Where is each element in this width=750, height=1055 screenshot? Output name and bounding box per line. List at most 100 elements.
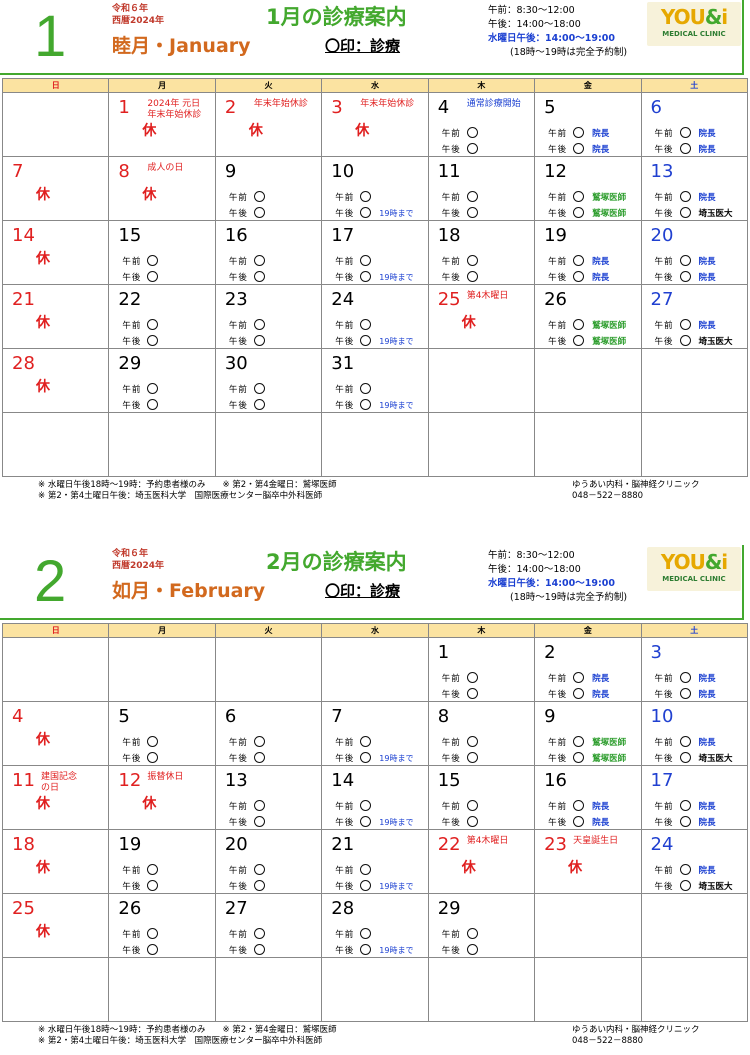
calendar-week: 18 休 19 午前 午後 20 午前 午後 21 午前 午後 19時まで 22 第4木曜日休 23 天皇誕生… bbox=[1, 829, 749, 894]
day-number: 15 bbox=[118, 225, 142, 246]
weekday-header: 火 bbox=[214, 78, 323, 93]
day-cell: 20 午前 午後 bbox=[214, 829, 323, 894]
day-number: 22 bbox=[118, 289, 142, 310]
day-cell: 15 午前 午後 bbox=[108, 220, 216, 285]
doctor-label: 19時まで bbox=[379, 946, 414, 955]
hours-am: 午前：8:30〜12:00 bbox=[488, 550, 575, 561]
doctor-label: 院長 bbox=[592, 674, 610, 684]
session-am: 午前 bbox=[442, 672, 478, 685]
empty-day-cell bbox=[1, 92, 110, 157]
day-cell: 25 第4木曜日休 bbox=[427, 284, 536, 349]
day-number: 15 bbox=[437, 770, 461, 791]
session-am: 午前 bbox=[229, 191, 265, 204]
header-rule-vertical bbox=[742, 0, 744, 75]
day-cell: 16 午前 午後 bbox=[214, 220, 323, 285]
open-circle-icon bbox=[253, 736, 265, 747]
closed-mark: 休 bbox=[36, 732, 50, 748]
day-number: 27 bbox=[224, 898, 248, 919]
january-calendar: 1 令和６年 西暦2024年 睦月・January 1月の診療案内 〇印：診療 午前：8:3… bbox=[0, 0, 750, 501]
day-cell: 24 午前 午後 19時まで bbox=[321, 284, 429, 349]
day-cell: 13 午前 午後 bbox=[214, 765, 323, 830]
day-note: 建国記念 の日 bbox=[41, 772, 78, 793]
open-circle-icon bbox=[466, 736, 478, 747]
session-pm: 午後 bbox=[122, 944, 159, 957]
day-number: 30 bbox=[224, 353, 248, 374]
session-am: 午前 院長 bbox=[654, 255, 716, 267]
day-number: 1 bbox=[118, 97, 130, 118]
session-am: 午前 院長 bbox=[654, 672, 716, 684]
open-circle-icon bbox=[360, 207, 372, 218]
open-circle-icon bbox=[679, 672, 691, 683]
hours-note: (18時〜19時は完全予約制) bbox=[510, 47, 628, 58]
open-circle-icon bbox=[573, 688, 585, 699]
day-number: 7 bbox=[331, 706, 343, 727]
doctor-label: 院長 bbox=[698, 674, 716, 684]
day-number: 4 bbox=[12, 706, 24, 727]
session-pm: 午後 bbox=[122, 752, 159, 765]
open-circle-icon bbox=[573, 207, 585, 218]
open-circle-icon bbox=[679, 335, 691, 346]
open-circle-icon bbox=[679, 736, 691, 747]
session-am: 午前 bbox=[122, 928, 159, 941]
session-am: 午前 院長 bbox=[654, 864, 716, 876]
day-cell: 23 天皇誕生日休 bbox=[534, 829, 642, 894]
day-cell: 1 午前 午後 bbox=[427, 637, 536, 702]
session-pm: 午後 bbox=[122, 880, 159, 893]
doctor-label: 鷲塚医師 bbox=[592, 337, 627, 347]
open-circle-icon bbox=[360, 736, 372, 747]
header-rule bbox=[0, 618, 742, 620]
day-number: 9 bbox=[544, 706, 556, 727]
day-number: 14 bbox=[12, 225, 35, 246]
open-circle-icon bbox=[573, 672, 585, 683]
day-number: 5 bbox=[118, 706, 130, 727]
session-pm: 午後 院長 bbox=[654, 816, 716, 828]
open-circle-icon bbox=[679, 752, 691, 763]
session-pm: 午後 院長 bbox=[548, 143, 610, 155]
doctor-label: 埼玉医大 bbox=[698, 337, 733, 347]
day-cell: 27 午前 院長 午後 埼玉医大 bbox=[640, 284, 749, 349]
day-number: 21 bbox=[12, 289, 35, 310]
day-cell: 27 午前 午後 bbox=[214, 893, 323, 958]
day-number: 18 bbox=[437, 225, 461, 246]
february-calendar: 2 令和６年 西暦2024年 如月・February 2月の診療案内 〇印：診療 午前：8:… bbox=[0, 545, 750, 1046]
month-number: 1 bbox=[34, 4, 67, 69]
session-am: 午前 bbox=[122, 864, 159, 877]
clinic-logo: YOU&i MEDICAL CLINIC bbox=[647, 2, 741, 46]
session-pm: 午後 bbox=[122, 399, 159, 412]
session-am: 午前 bbox=[335, 736, 372, 749]
session-am: 午前 bbox=[442, 255, 478, 268]
session-pm: 午後 院長 bbox=[654, 143, 716, 155]
open-circle-icon bbox=[253, 800, 265, 811]
doctor-label: 鷲塚医師 bbox=[592, 738, 627, 748]
day-cell: 19 午前 午後 bbox=[108, 829, 216, 894]
doctor-label: 院長 bbox=[698, 193, 716, 203]
open-circle-icon bbox=[679, 800, 691, 811]
day-note: 年末年始休診 bbox=[360, 99, 415, 109]
open-circle-icon bbox=[466, 944, 478, 955]
day-number: 28 bbox=[12, 353, 35, 374]
day-note: 振替休日 bbox=[147, 772, 184, 782]
day-cell: 6 午前 院長 午後 院長 bbox=[640, 92, 749, 157]
session-am: 午前 院長 bbox=[654, 191, 716, 203]
day-cell: 6 午前 午後 bbox=[214, 701, 323, 766]
open-circle-icon bbox=[253, 880, 265, 891]
day-cell: 7 午前 午後 19時まで bbox=[321, 701, 429, 766]
session-pm: 午後 bbox=[229, 944, 265, 957]
calendar-week: 14 休 15 午前 午後 16 午前 午後 17 午前 午後 19時まで 18 午前 午後 19 午前 院長 午後… bbox=[1, 220, 749, 285]
calendar-week: 21 休 22 午前 午後 23 午前 午後 24 午前 午後 19時まで 25 第4木曜日休 26 午前 鷲塚… bbox=[1, 284, 749, 349]
day-cell: 8 成人の日休 bbox=[108, 156, 216, 221]
open-circle-icon bbox=[573, 800, 585, 811]
session-am: 午前 鷲塚医師 bbox=[548, 736, 627, 748]
day-note: 第4木曜日 bbox=[466, 836, 509, 846]
closed-mark: 休 bbox=[36, 860, 50, 876]
session-am: 午前 bbox=[442, 127, 478, 140]
open-circle-icon bbox=[360, 255, 372, 266]
session-am: 午前 bbox=[335, 928, 372, 941]
legend-mark: 〇印：診療 bbox=[325, 582, 401, 600]
open-circle-icon bbox=[360, 928, 372, 939]
weekday-header: 火 bbox=[214, 623, 323, 638]
session-am: 午前 bbox=[442, 800, 478, 813]
day-number: 22 bbox=[437, 834, 461, 855]
open-circle-icon bbox=[360, 399, 372, 410]
empty-day-cell bbox=[534, 348, 642, 413]
